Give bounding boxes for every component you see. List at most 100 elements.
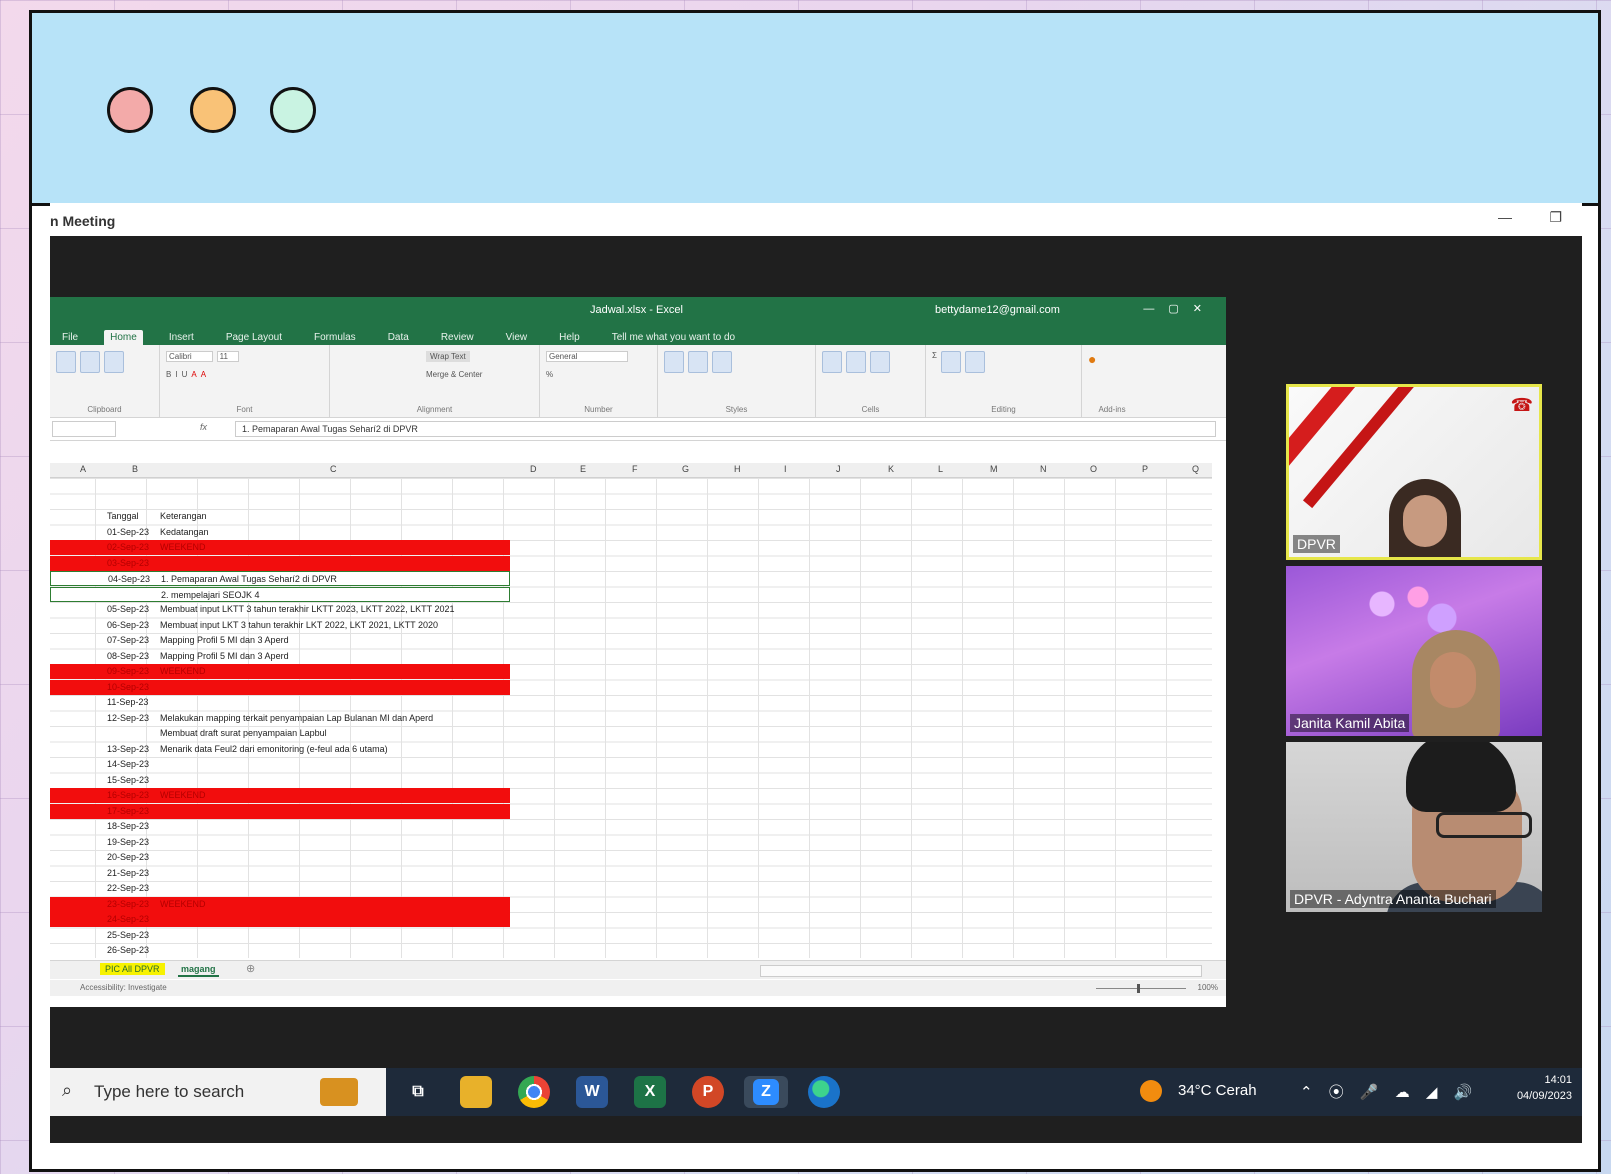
date-cell[interactable]: 07-Sep-23 [107,635,149,645]
column-header[interactable]: M [990,464,998,474]
underline-icon[interactable]: U [182,370,188,379]
zoom-slider-knob[interactable] [1137,984,1140,993]
participant-video-3[interactable]: DPVR - Adyntra Ananta Buchari [1286,742,1542,912]
date-cell[interactable]: 14-Sep-23 [107,759,149,769]
column-header[interactable]: J [836,464,841,474]
description-cell[interactable]: WEEKEND [160,899,206,909]
table-row[interactable]: 17-Sep-23 [50,803,510,819]
description-cell[interactable]: 1. Pemaparan Awal Tugas Seharí2 di DPVR [161,574,337,584]
ribbon-tab[interactable]: Help [553,330,586,345]
table-row[interactable]: 02-Sep-23 WEEKEND [50,540,510,555]
font-size-select[interactable]: 11 [216,351,239,362]
table-row[interactable]: 18-Sep-23 [50,819,510,834]
excel-window-controls[interactable]: —▢✕ [1143,302,1216,315]
column-header[interactable]: E [580,464,586,474]
chrome-icon[interactable] [518,1076,550,1108]
percent-icon[interactable]: % [546,370,553,379]
table-row[interactable]: 24-Sep-23 [50,912,510,927]
close-dot[interactable] [107,87,153,133]
column-header[interactable]: F [632,464,638,474]
insert-cells-icon[interactable] [822,351,842,373]
description-cell[interactable]: Kedatangan [160,527,209,537]
table-row[interactable]: 23-Sep-23 WEEKEND [50,896,510,912]
format-as-table-icon[interactable] [688,351,708,373]
table-row[interactable]: 22-Sep-23 [50,881,510,896]
column-header[interactable]: I [784,464,787,474]
table-row[interactable]: 08-Sep-23 Mapping Profil 5 MI dan 3 Aperd [50,649,510,664]
table-row[interactable]: 03-Sep-23 [50,555,510,571]
sheet-tab-magang[interactable]: magang [178,963,219,977]
description-cell[interactable]: 2. mempelajari SEOJK 4 [161,590,260,600]
table-row[interactable]: 16-Sep-23 WEEKEND [50,788,510,803]
accessibility-status[interactable]: Accessibility: Investigate [80,983,167,992]
table-row[interactable]: Tanggal Keterangan [50,509,510,524]
fx-icon[interactable]: fx [200,422,207,432]
column-header[interactable]: H [734,464,741,474]
paste-icon[interactable] [56,351,76,373]
table-row[interactable]: 01-Sep-23 Kedatangan [50,525,510,540]
table-row[interactable]: 25-Sep-23 [50,928,510,943]
table-row[interactable]: 07-Sep-23 Mapping Profil 5 MI dan 3 Aperd [50,633,510,648]
description-cell[interactable]: WEEKEND [160,790,206,800]
ribbon-tab[interactable]: Insert [163,330,200,345]
date-cell[interactable]: 24-Sep-23 [107,914,149,924]
date-cell[interactable]: 26-Sep-23 [107,945,149,955]
zoom-level[interactable]: 100% [1198,983,1218,992]
date-cell[interactable]: 01-Sep-23 [107,527,149,537]
file-explorer-icon[interactable] [460,1076,492,1108]
date-cell[interactable]: 19-Sep-23 [107,837,149,847]
ribbon-tab[interactable]: Formulas [308,330,362,345]
date-cell[interactable]: 15-Sep-23 [107,775,149,785]
table-row[interactable]: 10-Sep-23 [50,679,510,695]
date-cell[interactable]: Tanggal [107,511,139,521]
date-cell[interactable]: 06-Sep-23 [107,620,149,630]
column-header[interactable]: B [132,464,138,474]
table-row[interactable]: 21-Sep-23 [50,866,510,881]
table-row[interactable]: 11-Sep-23 [50,695,510,710]
description-cell[interactable]: Mapping Profil 5 MI dan 3 Aperd [160,635,289,645]
formula-input[interactable]: 1. Pemaparan Awal Tugas Seharí2 di DPVR [235,421,1216,437]
column-header[interactable]: C [330,464,337,474]
date-cell[interactable]: 10-Sep-23 [107,682,149,692]
italic-icon[interactable]: I [175,370,177,379]
autosum-icon[interactable]: Σ [932,351,937,373]
description-cell[interactable]: Keterangan [160,511,207,521]
table-row[interactable]: 13-Sep-23 Menarik data Feul2 dari emonito… [50,742,510,757]
ribbon-tab[interactable]: View [500,330,534,345]
description-cell[interactable]: Melakukan mapping terkait penyampaian La… [160,713,433,723]
taskbar-search[interactable]: ⌕ Type here to search [50,1068,386,1116]
sheet-tab-pic-all-dpvr[interactable]: PIC All DPVR [100,963,165,975]
ribbon-tab[interactable]: Tell me what you want to do [606,330,741,345]
taskbar-clock[interactable]: 14:01 04/09/2023 [1517,1072,1572,1104]
description-cell[interactable]: Membuat input LKTT 3 tahun terakhir LKTT… [160,604,455,614]
date-cell[interactable]: 13-Sep-23 [107,744,149,754]
cut-icon[interactable] [80,351,100,373]
date-cell[interactable]: 16-Sep-23 [107,790,149,800]
date-cell[interactable]: 08-Sep-23 [107,651,149,661]
zoom-restore-button[interactable]: ❐ [1549,209,1562,226]
font-name-select[interactable]: Calibri [166,351,213,362]
font-color-icon[interactable]: A [201,370,206,379]
table-row[interactable]: 20-Sep-23 [50,850,510,865]
maximize-dot[interactable] [270,87,316,133]
zoom-slider[interactable] [1096,988,1186,989]
excel-icon[interactable]: X [634,1076,666,1108]
column-header[interactable]: O [1090,464,1097,474]
table-row[interactable]: 14-Sep-23 [50,757,510,772]
table-row[interactable]: 04-Sep-23 1. Pemaparan Awal Tugas Seharí2… [50,571,510,586]
minimize-dot[interactable] [190,87,236,133]
date-cell[interactable]: 03-Sep-23 [107,558,149,568]
tray-icons[interactable]: ⌃ ⦿ 🎤 ☁ ◢ 🔊 [1300,1081,1478,1102]
ribbon-tab[interactable]: Data [382,330,415,345]
column-header[interactable]: K [888,464,894,474]
sort-filter-icon[interactable] [940,351,961,373]
add-sheet-icon[interactable]: ⊕ [246,962,255,975]
weather-sun-icon[interactable] [1140,1080,1162,1102]
description-cell[interactable]: Menarik data Feul2 dari emonitoring (e-f… [160,744,388,754]
date-cell[interactable]: 04-Sep-23 [108,574,150,584]
weather-text[interactable]: 34°C Cerah [1178,1082,1257,1099]
briefcase-icon[interactable] [320,1078,358,1106]
ribbon-tab[interactable]: Page Layout [220,330,288,345]
date-cell[interactable]: 25-Sep-23 [107,930,149,940]
wrap-text-button[interactable]: Wrap Text [426,351,470,362]
